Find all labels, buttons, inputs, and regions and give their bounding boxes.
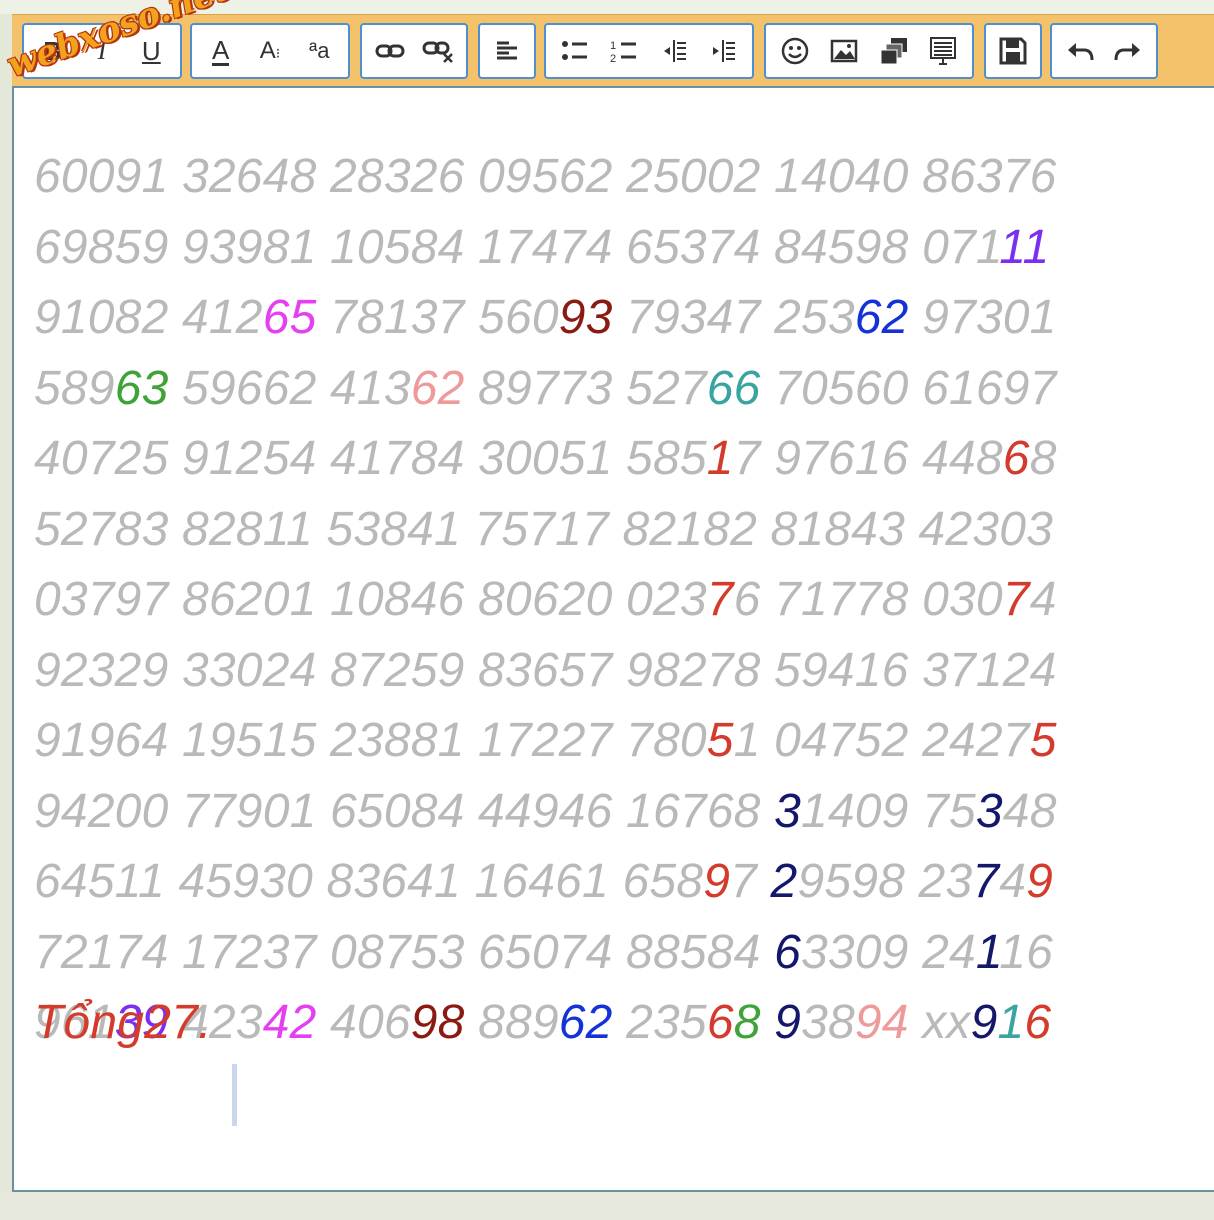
plain-digits: xx	[908, 996, 971, 1049]
align-group	[478, 23, 536, 79]
editor-content-area[interactable]: 60091 32648 28326 09562 25002 14040 8637…	[12, 86, 1214, 1192]
plain-digits: 38	[801, 996, 855, 1049]
undo-icon[interactable]	[1059, 30, 1101, 72]
link-icon[interactable]	[369, 30, 411, 72]
plain-digits: 48	[1002, 784, 1057, 838]
plain-digits: 7 97616 448	[733, 432, 1003, 485]
footer-wrap: Tổng27.	[34, 142, 212, 1059]
plain-digits: 406	[316, 996, 411, 1049]
table-icon[interactable]	[922, 30, 964, 72]
plain-digits	[761, 996, 775, 1049]
highlighted-digits: 7	[972, 855, 1000, 908]
plain-digits: 7	[730, 855, 771, 908]
font-color-icon[interactable]: A	[200, 30, 242, 72]
highlighted-digits: 6	[706, 996, 734, 1049]
highlighted-digits: 42	[262, 996, 317, 1049]
highlighted-digits: 5	[706, 714, 734, 767]
plain-digits: 89773 527	[464, 361, 707, 415]
highlighted-digits: 93	[558, 291, 613, 344]
highlighted-digits: 3	[975, 784, 1003, 838]
plain-digits: 70560 61697	[760, 361, 1057, 415]
highlighted-digits: 6	[1002, 432, 1030, 485]
highlighted-digits: 1	[997, 996, 1025, 1049]
plain-digits: 889	[464, 996, 559, 1049]
highlighted-digits: 62	[558, 996, 613, 1049]
sum-text: Tổng27.	[34, 996, 212, 1049]
highlighted-digits: 62	[854, 291, 909, 344]
align-left-icon[interactable]	[486, 30, 528, 72]
highlighted-digits: 62	[410, 361, 465, 415]
highlighted-digits: 6	[1024, 996, 1052, 1049]
text-caret	[232, 1064, 237, 1126]
highlighted-digits: 94	[854, 996, 909, 1049]
plain-digits: 6 71778 030	[733, 573, 1003, 626]
bullet-list-icon[interactable]	[554, 30, 596, 72]
link-group	[360, 23, 468, 79]
highlighted-digits: 1	[706, 432, 734, 485]
highlighted-digits: 8	[733, 996, 761, 1049]
plain-digits: 8	[1029, 432, 1057, 485]
svg-text:2: 2	[610, 53, 616, 64]
highlighted-digits: 9	[1026, 855, 1054, 908]
plain-digits: 1409 75	[800, 784, 976, 838]
highlighted-digits: 9	[703, 855, 731, 908]
plain-digits: 1 04752 2427	[733, 714, 1030, 767]
font-size-icon[interactable]: A⁝	[249, 30, 291, 72]
font-face-icon[interactable]: ªa	[298, 30, 340, 72]
highlighted-digits: 6	[774, 925, 801, 979]
plain-digits: 97301	[908, 291, 1057, 344]
save-group	[984, 23, 1042, 79]
emoji-icon[interactable]	[774, 30, 816, 72]
plain-digits: 4	[999, 855, 1027, 908]
plain-digits: 79347 253	[612, 291, 855, 344]
plain-digits: 4	[1029, 573, 1057, 626]
editor-toolbar: B I U A A⁝ ªa 12	[12, 14, 1214, 88]
svg-text:1: 1	[610, 40, 616, 52]
highlighted-digits: 11	[999, 220, 1050, 274]
plain-digits: 235	[612, 996, 707, 1049]
highlighted-digits: 9	[774, 996, 802, 1049]
outdent-icon[interactable]	[653, 30, 695, 72]
gallery-icon[interactable]	[873, 30, 915, 72]
highlighted-digits: 7	[1002, 573, 1030, 626]
image-icon[interactable]	[823, 30, 865, 72]
plain-digits: 9598 23	[797, 855, 973, 908]
list-group: 12	[544, 23, 754, 79]
save-icon[interactable]	[992, 30, 1034, 72]
highlighted-digits: 5	[1029, 714, 1057, 767]
left-margin	[0, 14, 12, 1194]
highlighted-digits: 2	[770, 855, 798, 908]
highlighted-digits: 9	[970, 996, 998, 1049]
insert-group	[764, 23, 974, 79]
highlighted-digits: 1	[975, 925, 1000, 979]
status-bar	[0, 1192, 1214, 1220]
unlink-icon[interactable]	[417, 30, 459, 72]
plain-digits: 3309 24	[800, 925, 976, 979]
font-group: A A⁝ ªa	[190, 23, 350, 79]
highlighted-digits: 98	[410, 996, 465, 1049]
highlighted-digits: 7	[706, 573, 734, 626]
numbered-list-icon[interactable]: 12	[603, 30, 645, 72]
highlighted-digits: 65	[262, 291, 317, 344]
highlighted-digits: 3	[774, 784, 801, 838]
plain-digits: 16	[999, 925, 1054, 979]
redo-icon[interactable]	[1107, 30, 1149, 72]
highlighted-digits: 66	[706, 361, 761, 415]
plain-digits: 78137 560	[316, 291, 559, 344]
indent-icon[interactable]	[702, 30, 744, 72]
history-group	[1050, 23, 1158, 79]
